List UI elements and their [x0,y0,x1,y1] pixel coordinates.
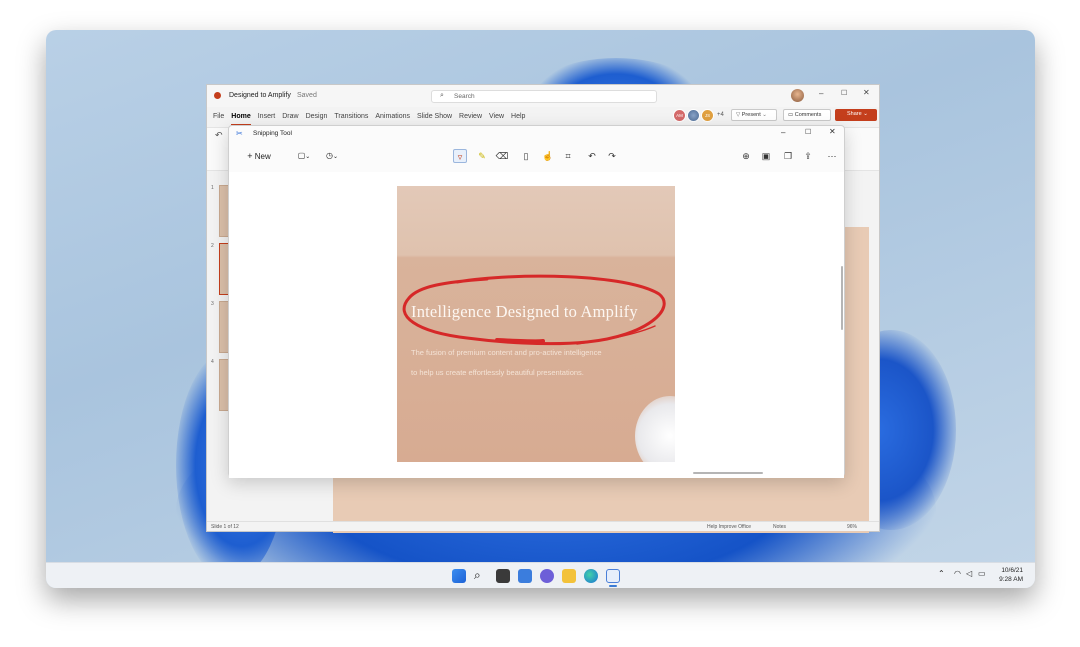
snipping-tool-window: ✂ Snipping Tool – ☐ ✕ + New ▢⌄ ◷⌄ ▿ ✎ ⌫ … [228,125,845,478]
scissors-icon: ✂ [236,129,243,138]
copy-icon[interactable]: ❐ [781,149,795,163]
search-input[interactable]: ⌕ Search [431,90,657,103]
snip-canvas[interactable]: Intelligence Designed to Amplify The fus… [229,172,844,478]
powerpoint-app-icon [214,92,221,99]
tab-transitions[interactable]: Transitions [334,113,368,125]
document-title[interactable]: Designed to Amplify [229,92,291,99]
chevron-down-icon: ⌄ [762,112,767,118]
collaborator-avatar[interactable]: AM [673,109,686,122]
new-snip-button[interactable]: + New [239,148,279,164]
snip-mode-dropdown[interactable]: ▢⌄ [293,148,315,164]
edge-icon[interactable] [584,569,598,583]
wifi-icon[interactable]: ◠ [954,569,961,578]
desktop: Designed to Amplify Saved ⌕ Search – ☐ ✕… [46,30,1035,588]
horizontal-scrollbar[interactable] [693,472,763,474]
collaborator-avatar[interactable] [687,109,700,122]
ruler-icon[interactable]: ▯ [519,149,533,163]
notes-button[interactable]: Notes [773,524,786,530]
account-avatar[interactable] [791,89,804,102]
redo-icon[interactable]: ↷ [605,149,619,163]
plus-icon: + [247,151,253,161]
tab-help[interactable]: Help [511,113,525,125]
maximize-button[interactable]: ☐ [805,128,811,136]
teams-chat-icon[interactable] [540,569,554,583]
chevron-down-icon: ⌄ [332,154,338,160]
tab-insert[interactable]: Insert [258,113,276,125]
zoom-icon[interactable]: ⊕ [739,149,753,163]
system-clock[interactable]: 10/6/21 9:28 AM [999,566,1023,584]
tab-view[interactable]: View [489,113,504,125]
tab-draw[interactable]: Draw [282,113,298,125]
touch-writing-icon[interactable]: ☝ [541,149,555,163]
taskbar: ⌕ ⌃ ◠ ◁ ▭ 10/6/21 9:28 AM [46,562,1035,588]
file-explorer-icon[interactable] [562,569,576,583]
clock-icon: ◷ [325,151,333,160]
present-icon: ▽ [736,112,741,118]
search-icon: ⌕ [440,92,444,99]
undo-icon[interactable]: ↶ [585,149,599,163]
app-title: Snipping Tool [253,130,292,137]
thumbnail-number: 1 [211,185,214,191]
tab-file[interactable]: File [213,113,224,125]
comments-label: Comments [794,112,822,118]
captured-slide-image[interactable]: Intelligence Designed to Amplify The fus… [397,186,675,462]
clock-date: 10/6/21 [1001,567,1023,574]
thumbnail-number: 2 [211,243,214,249]
volume-icon[interactable]: ◁ [966,569,972,578]
clock-time: 9:28 AM [999,576,1023,583]
more-options-icon[interactable]: ⋯ [825,149,839,163]
tab-design[interactable]: Design [306,113,328,125]
vertical-scrollbar[interactable] [841,266,843,330]
slide-counter: Slide 1 of 12 [211,524,239,530]
snipping-tool-icon[interactable] [606,569,620,583]
close-button[interactable]: ✕ [863,88,870,97]
snipping-toolbar: + New ▢⌄ ◷⌄ ▿ ✎ ⌫ ▯ ☝ ⌗ ↶ ↷ ⊕ ▣ ❐ ⇪ ⋯ [229,142,844,170]
highlighter-icon[interactable]: ✎ [475,149,489,163]
tab-review[interactable]: Review [459,113,482,125]
crop-icon[interactable]: ⌗ [561,149,575,163]
comment-icon: ▭ [788,112,794,118]
save-icon[interactable]: ▣ [759,149,773,163]
thumbnail-number: 4 [211,359,214,365]
ribbon-tabs: File Home Insert Draw Design Transitions… [213,113,525,125]
active-app-indicator [609,585,617,587]
minimize-button[interactable]: – [781,128,785,137]
ink-annotation [402,274,666,346]
status-bar: Slide 1 of 12 Help Improve Office Notes … [207,521,879,531]
maximize-button[interactable]: ☐ [841,89,847,97]
undo-icon[interactable]: ↶ [215,130,223,141]
eraser-icon[interactable]: ⌫ [495,149,509,163]
collaborator-avatar[interactable]: JS [701,109,714,122]
comments-button[interactable]: ▭ Comments [783,109,831,121]
ballpoint-pen-icon[interactable]: ▿ [453,149,467,163]
collaborator-count[interactable]: +4 [717,112,724,118]
battery-icon[interactable]: ▭ [978,569,986,578]
tab-home[interactable]: Home [231,113,251,125]
tab-slide-show[interactable]: Slide Show [417,113,452,125]
share-icon[interactable]: ⇪ [801,149,815,163]
thumbnail-number: 3 [211,301,214,307]
share-button[interactable]: Share ⌄ [835,109,877,121]
chevron-up-icon[interactable]: ⌃ [938,569,945,578]
close-button[interactable]: ✕ [829,127,836,136]
widgets-icon[interactable] [518,569,532,583]
powerpoint-titlebar: Designed to Amplify Saved ⌕ Search – ☐ ✕ [207,85,879,107]
chevron-down-icon: ⌄ [863,111,868,117]
share-label: Share [847,111,862,117]
zoom-level[interactable]: 96% [847,524,857,530]
present-button[interactable]: ▽ Present ⌄ [731,109,777,121]
tab-animations[interactable]: Animations [375,113,410,125]
present-label: Present [741,112,761,118]
start-icon[interactable] [452,569,466,583]
saved-status: Saved [297,92,317,99]
help-improve-link[interactable]: Help Improve Office [707,524,751,530]
search-placeholder: Search [454,93,475,100]
minimize-button[interactable]: – [819,89,823,98]
chevron-down-icon: ⌄ [305,154,311,160]
snipping-tool-titlebar: ✂ Snipping Tool – ☐ ✕ [229,126,844,142]
delay-dropdown[interactable]: ◷⌄ [321,148,343,164]
task-view-icon[interactable] [496,569,510,583]
new-label: New [254,152,271,161]
search-icon[interactable]: ⌕ [474,569,488,583]
